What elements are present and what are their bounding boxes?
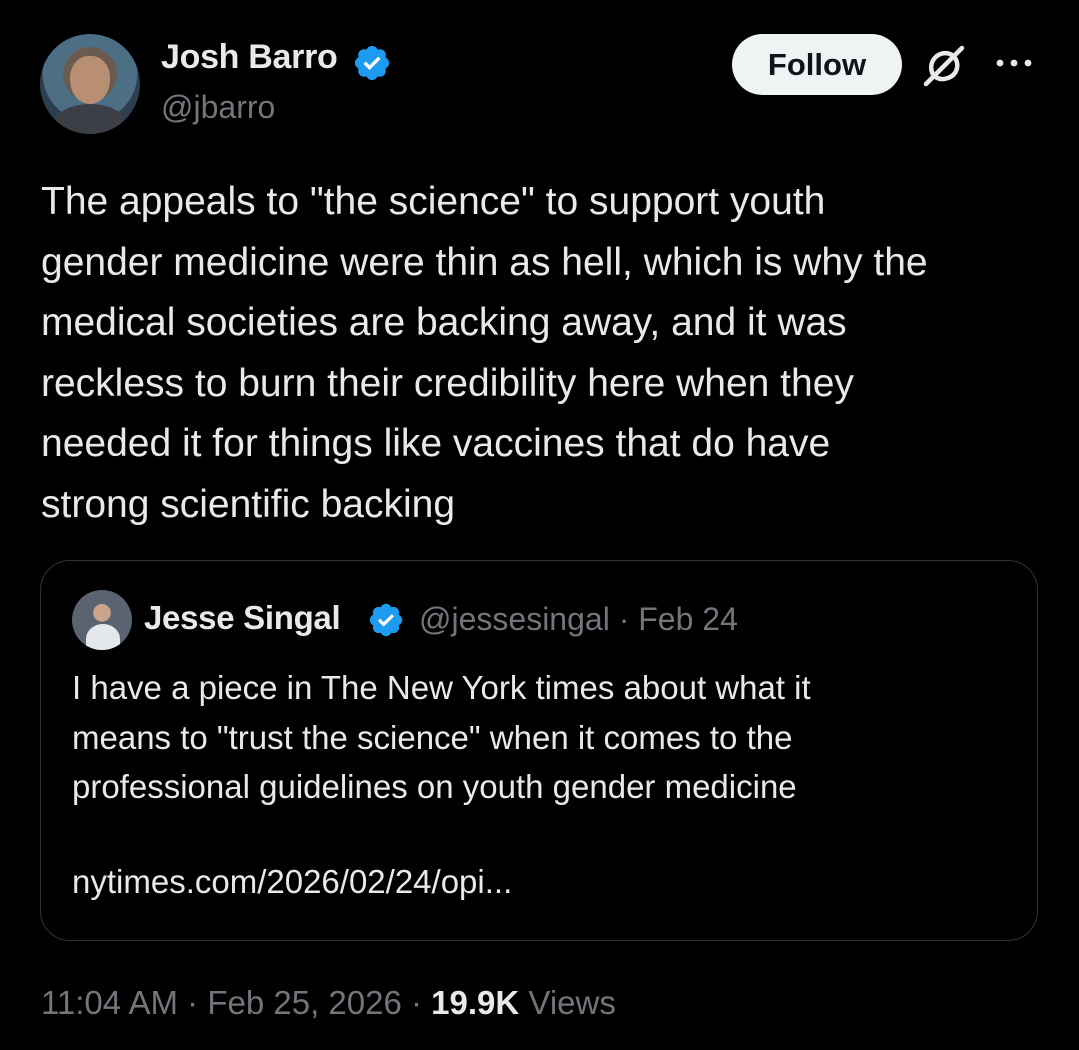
- tweet-time[interactable]: 11:04 AM: [41, 984, 178, 1021]
- tweet-detail: Josh Barro @jbarro Follow The appeals to…: [0, 0, 1079, 1050]
- tweet-text: The appeals to "the science" to support …: [41, 180, 928, 526]
- verified-badge-icon: [369, 603, 403, 637]
- tweet-meta: 11:04 AM · Feb 25, 2026 · 19.9K Views: [41, 984, 616, 1022]
- quote-author-name: Jesse Singal: [144, 599, 341, 636]
- views-count[interactable]: 19.9K: [431, 984, 519, 1021]
- separator-dot: ·: [187, 984, 208, 1021]
- quote-meta: @jessesingal · Feb 24: [419, 601, 738, 638]
- quote-link[interactable]: nytimes.com/2026/02/24/opi...: [72, 863, 512, 901]
- quote-text: I have a piece in The New York times abo…: [72, 669, 811, 805]
- separator-dot: ·: [618, 601, 639, 637]
- follow-button[interactable]: Follow: [732, 34, 902, 95]
- separator-dot: ·: [411, 984, 432, 1021]
- quoted-tweet[interactable]: Jesse Singal @jessesingal · Feb 24 I hav…: [40, 560, 1038, 941]
- author-handle[interactable]: @jbarro: [161, 89, 275, 126]
- quote-date: Feb 24: [638, 601, 738, 637]
- author-avatar[interactable]: [40, 34, 140, 134]
- tweet-date[interactable]: Feb 25, 2026: [207, 984, 402, 1021]
- views-label: Views: [528, 984, 616, 1021]
- verified-badge-icon: [354, 45, 390, 81]
- more-dots-icon[interactable]: [992, 48, 1036, 78]
- grok-icon[interactable]: [918, 40, 970, 92]
- quote-author-handle: @jessesingal: [419, 601, 610, 637]
- author-name[interactable]: Josh Barro: [161, 38, 338, 77]
- quote-author-avatar: [72, 590, 132, 650]
